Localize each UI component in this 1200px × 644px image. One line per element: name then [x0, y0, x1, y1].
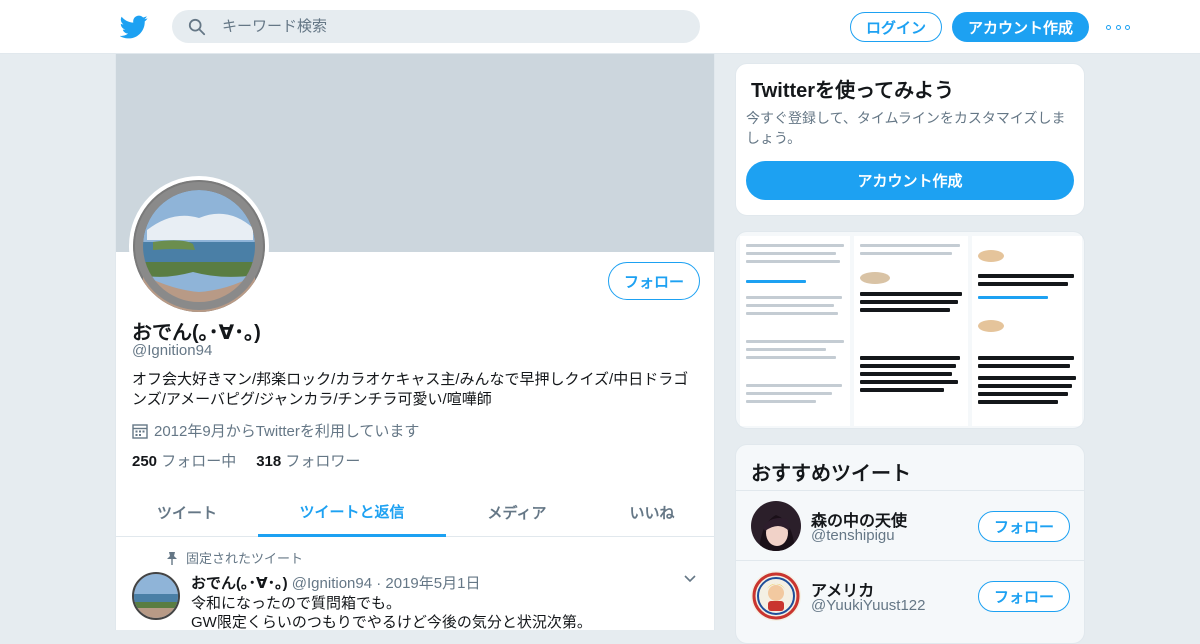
login-button[interactable]: ログイン [850, 12, 942, 42]
pinned-label: 固定されたツイート [166, 548, 303, 567]
twitter-bird-icon[interactable] [120, 13, 148, 41]
tweet-author-name[interactable]: おでん(｡･∀･｡) [191, 575, 288, 592]
more-options-icon[interactable] [1106, 18, 1130, 36]
following-count: 250 [132, 453, 158, 470]
calendar-icon [132, 423, 148, 439]
followers-count: 318 [256, 453, 282, 470]
tweet-meta[interactable]: @Ignition94 · 2019年5月1日 [292, 575, 481, 592]
tweet-avatar[interactable] [132, 572, 180, 620]
profile-avatar[interactable] [129, 176, 269, 316]
profile-handle[interactable]: @Ignition94 [132, 342, 212, 359]
recommended-tweets-card: おすすめツイート 森の中の天使 @tenshipigu フォロー アメリカ @Y… [735, 444, 1085, 644]
following-label: フォロー中 [161, 453, 237, 470]
tweet-avatar-image [134, 574, 178, 618]
tweet-text: 令和になったので質問箱でも。 GW限定くらいのつもりでやるけど今後の気分と状況次… [191, 594, 592, 630]
pin-icon [167, 551, 177, 565]
tab-tweets-replies[interactable]: ツイートと返信 [258, 488, 446, 537]
media-thumbnail[interactable] [735, 231, 1085, 429]
tab-tweets[interactable]: ツイート [116, 488, 258, 537]
following-stat[interactable]: 250 フォロー中 [132, 450, 236, 471]
tweet-header: おでん(｡･∀･｡) @Ignition94 · 2019年5月1日 [191, 572, 480, 593]
recommended-title: おすすめツイート [751, 463, 911, 485]
avatar-character-image [751, 571, 801, 621]
signup-card-button[interactable]: アカウント作成 [746, 161, 1074, 200]
media-image-2 [854, 236, 968, 426]
recommended-item[interactable]: 森の中の天使 @tenshipigu フォロー [736, 490, 1084, 560]
profile-column: フォロー おでん(｡･∀･｡) @Ignition94 オフ会大好きマン/邦楽ロ… [115, 54, 715, 630]
signup-button[interactable]: アカウント作成 [952, 12, 1089, 42]
chevron-down-icon[interactable] [682, 570, 698, 586]
follow-button[interactable]: フォロー [608, 262, 700, 300]
profile-name: おでん(｡･∀･｡) [132, 322, 261, 344]
signup-card: Twitterを使ってみよう 今すぐ登録して、タイムラインをカスタマイズしましょ… [735, 63, 1085, 216]
followers-label: フォロワー [285, 453, 361, 470]
signup-card-text: 今すぐ登録して、タイムラインをカスタマイズしましょう。 [746, 110, 1066, 146]
top-navigation-bar: ログイン アカウント作成 [0, 0, 1200, 54]
search-icon [188, 18, 206, 36]
recommended-item[interactable]: アメリカ @YuukiYuust122 フォロー [736, 560, 1084, 630]
tweet-line-2: GW限定くらいのつもりでやるけど今後の気分と状況次第。 [191, 614, 592, 630]
recommended-avatar[interactable] [751, 571, 801, 621]
tweet-line-1: 令和になったので質問箱でも。 [191, 595, 402, 612]
recommended-handle[interactable]: @tenshipigu [811, 527, 895, 544]
profile-tabs: ツイート ツイートと返信 メディア いいね [116, 488, 714, 537]
signup-card-title: Twitterを使ってみよう [751, 80, 955, 102]
recommended-avatar[interactable] [751, 501, 801, 551]
profile-stats: 250 フォロー中 318 フォロワー [132, 450, 360, 471]
media-image-3 [972, 236, 1082, 426]
tab-media[interactable]: メディア [446, 488, 588, 537]
joined-date: 2012年9月からTwitterを利用しています [132, 420, 419, 441]
joined-text: 2012年9月からTwitterを利用しています [154, 423, 420, 440]
tab-likes[interactable]: いいね [588, 488, 714, 537]
media-image-1 [740, 236, 850, 426]
recommended-follow-button[interactable]: フォロー [978, 511, 1070, 542]
recommended-handle[interactable]: @YuukiYuust122 [811, 597, 925, 614]
recommended-follow-button[interactable]: フォロー [978, 581, 1070, 612]
avatar-landscape-image [133, 180, 265, 312]
followers-stat[interactable]: 318 フォロワー [256, 450, 360, 471]
profile-bio: オフ会大好きマン/邦楽ロック/カラオケキャス主/みんなで早押しクイズ/中日ドラゴ… [132, 371, 689, 408]
avatar-portrait-image [751, 501, 801, 551]
pinned-text: 固定されたツイート [186, 551, 304, 566]
search-box[interactable] [172, 10, 700, 43]
search-input[interactable] [222, 10, 682, 43]
